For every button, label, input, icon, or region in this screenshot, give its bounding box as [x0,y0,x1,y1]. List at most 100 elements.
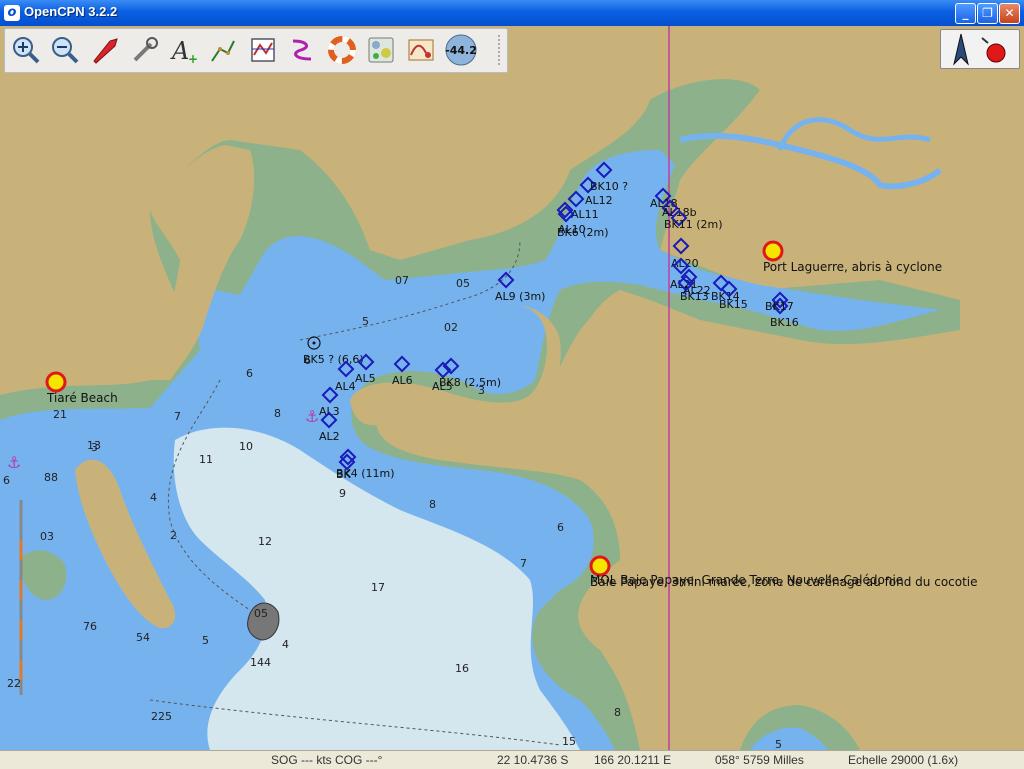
depth-sounding: 03 [40,530,54,543]
depth-sounding: 5 [775,738,782,750]
ship-icon [93,38,118,64]
anchor-icon: ⚓ [7,453,21,472]
gps-status-icon [981,37,1006,63]
chart-quilt-icon [251,38,275,62]
route-icon [211,40,235,62]
depth-sounding: 21 [53,408,67,421]
mob-button[interactable] [325,33,359,67]
restore-button[interactable]: ❐ [977,3,998,24]
depth-sounding: 6 [3,474,10,487]
track-icon [292,39,312,61]
waypoint-label: BK17 [765,300,794,313]
named-mark[interactable]: Baie Papaye, 3mini marée, zone de caréna… [590,575,978,589]
tides-button[interactable] [404,33,438,67]
rotation-dial-icon: -44.2 [445,34,477,66]
toolbar-grip[interactable] [498,35,504,65]
settings-wrench-icon [133,37,158,62]
depth-sounding: 07 [395,274,409,287]
chart-svg: ⚓ ⚓ 07 055 02667 81011313420388216121798671… [0,26,1024,750]
ais-button[interactable] [364,33,398,67]
waypoint-label: BK10 ? [590,180,628,193]
depth-sounding: 54 [136,631,150,644]
waypoint-label: AL3 [319,405,340,418]
depth-sounding: 05 [254,607,268,620]
depth-sounding: 5 [362,315,369,328]
text-toggle-icon: A+ [170,37,198,65]
waypoint-label: BK11 (2m) [664,218,723,231]
waypoint-label: BK16 [770,316,799,329]
depth-sounding: 6 [246,367,253,380]
compass-widget[interactable] [940,29,1020,69]
waypoint-label: AL4 [335,380,356,393]
zoom-out-button[interactable] [48,33,82,67]
window-title-bar[interactable]: o OpenCPN 3.2.2 _ ❐ ✕ [0,0,1024,26]
depth-sounding: 2 [170,529,177,542]
zoom-in-icon [13,37,40,64]
depth-sounding: 22 [7,677,21,690]
mark-label: Tiaré Beach [46,391,118,405]
window-title: OpenCPN 3.2.2 [24,4,118,19]
waypoint-label: BK13 [680,290,709,303]
waypoint-label: BK15 [719,298,748,311]
anchor-icon: ⚓ [305,407,319,426]
zoom-in-button[interactable] [9,33,43,67]
ship-follow-button[interactable] [88,33,122,67]
track-button[interactable] [285,33,319,67]
depth-sounding: 11 [199,453,213,466]
depth-sounding: 76 [83,620,97,633]
settings-button[interactable] [127,33,161,67]
depth-sounding: 15 [562,735,576,748]
depth-sounding: 16 [455,662,469,675]
depth-sounding: 144 [250,656,271,669]
close-button[interactable]: ✕ [999,3,1020,24]
north-arrow-icon [953,33,969,66]
minimize-button[interactable]: _ [955,3,976,24]
depth-sounding: 05 [456,277,470,290]
route-button[interactable] [206,33,240,67]
tides-icon [408,39,434,61]
zoom-out-icon [52,37,79,64]
depth-sounding: 17 [371,581,385,594]
waypoint-label: AL2 [319,430,340,443]
waypoint-label: AL12 [585,194,613,207]
depth-sounding: 7 [174,410,181,423]
opencpn-logo-icon: o [4,5,20,21]
depth-sounding: 3 [91,441,98,454]
depth-sounding: 02 [444,321,458,334]
depth-sounding: 5 [202,634,209,647]
text-toggle-button[interactable]: A + [167,33,201,67]
waypoint-label: BK8 (2,5m) [439,376,501,389]
nautical-chart-canvas[interactable]: ⚓ ⚓ 07 05 5 02 6 6 7 8 10 11 3 13 4 2 03 88 21 6 12 17 9 8 6 7 1… [0,26,1024,750]
latitude-readout: 22 10.4736 S [497,753,569,767]
waypoint-label: AL9 (3m) [495,290,545,303]
scale-readout: Echelle 29000 (1.6x) [848,753,959,767]
depth-sounding: 8 [429,498,436,511]
rotation-button[interactable]: -44.2 [444,33,478,67]
waypoint-label: BK6 (2m) [557,226,609,239]
waypoint-label: BK [336,468,352,481]
depth-sounding: 6 [557,521,564,534]
longitude-readout: 166 20.1211 E [594,753,672,767]
bearing-distance-readout: 058° 5759 Milles [715,753,804,767]
depth-sounding: 225 [151,710,172,723]
waypoint-label: AL6 [392,374,413,387]
depth-sounding: 8 [274,407,281,420]
chart-quilt-button[interactable] [246,33,280,67]
svg-text:+: + [188,52,198,65]
waypoint-label: AL11 [571,208,599,221]
sog-cog-readout: SOG --- kts COG ---° [271,753,383,767]
depth-sounding: 9 [339,487,346,500]
depth-sounding: 4 [150,491,157,504]
depth-sounding: 4 [282,638,289,651]
status-bar: SOG --- kts COG ---° 22 10.4736 S 166 20… [0,750,1024,769]
depth-sounding: 7 [520,557,527,570]
waypoint-label: AL5 [355,372,376,385]
compass-svg [953,33,1006,66]
depth-sounding: 10 [239,440,253,453]
depth-sounding: 88 [44,471,58,484]
svg-text:A: A [170,37,189,65]
rotation-value: -44.2 [445,44,477,57]
depth-sounding: 8 [614,706,621,719]
mark-label: Baie Papaye, 3mini marée, zone de caréna… [590,575,978,589]
depth-sounding: 12 [258,535,272,548]
